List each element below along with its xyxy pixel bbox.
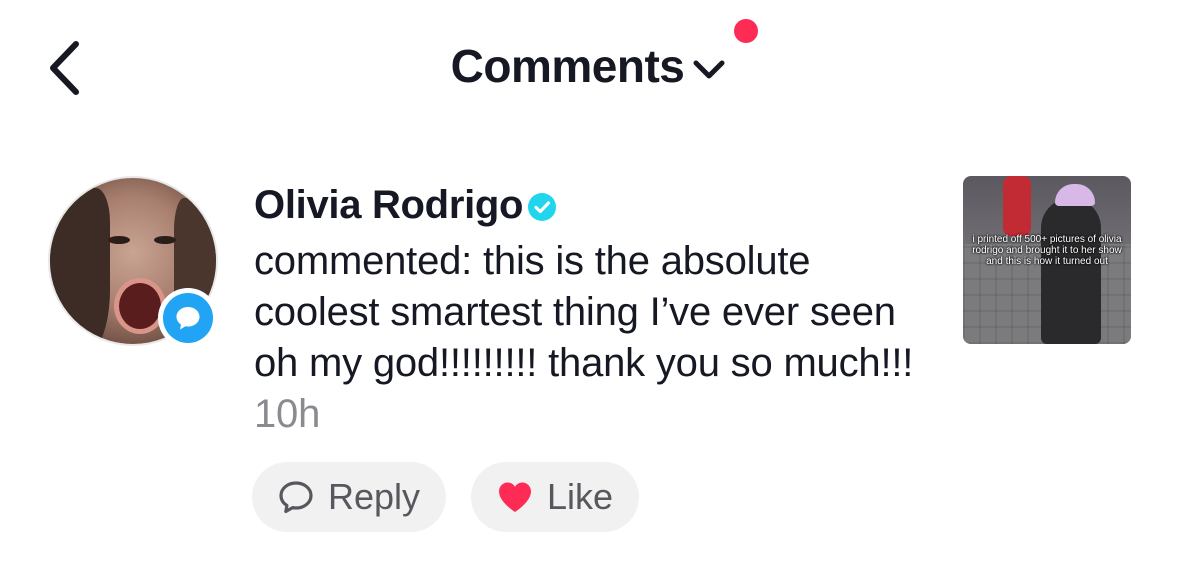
author-name[interactable]: Olivia Rodrigo [254,183,523,228]
reply-button[interactable]: Reply [252,462,446,532]
notification-dot [734,19,759,43]
comment-text: commented: this is the absolute coolest … [254,239,914,385]
video-thumbnail[interactable]: i printed off 500+ pictures of olivia ro… [963,176,1131,344]
thumbnail-caption: i printed off 500+ pictures of olivia ro… [972,234,1122,267]
comment-notification-screen: Comments Olivia Rodrigo commented: this … [0,0,1179,580]
like-label: Like [547,476,614,517]
author-row: Olivia Rodrigo [254,178,557,232]
page-title: Comments [450,40,685,92]
comment-text-block: commented: this is the absolute coolest … [254,236,934,440]
like-button[interactable]: Like [471,462,639,532]
comment-time: 10h [254,392,321,436]
verified-badge-icon [528,193,557,221]
header: Comments [0,19,1179,96]
comment-bubble-icon [176,307,200,330]
chevron-down-icon [693,60,725,79]
reply-label: Reply [328,476,421,517]
comment-outline-icon [279,481,313,514]
comment-badge [158,288,218,348]
comments-dropdown[interactable]: Comments [450,19,759,93]
heart-icon [499,482,531,512]
